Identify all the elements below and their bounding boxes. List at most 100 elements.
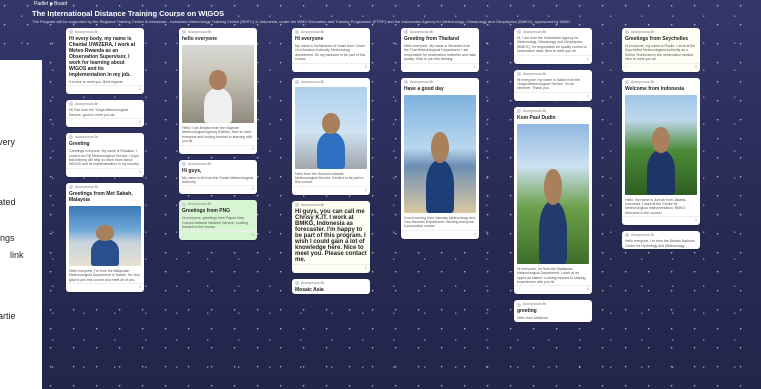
post-meta-text: Anonymous 8h [188,202,212,207]
comment-count: 0 [587,287,589,292]
post-title: Greeting [69,141,90,148]
post-title: Welcome from Indonesia [625,85,685,92]
post-card[interactable]: Anonymous 8h Hi everyone, my name is Salo… [514,69,592,101]
post-photo[interactable] [517,123,589,264]
post-title: Hi every body, my name is Chantal UWIZER… [69,36,136,78]
post-card[interactable]: Anonymous 8h Hi! Kim from the Tonga Meteo… [66,100,144,128]
person-head [96,225,114,241]
like-icon[interactable]: ♡ [182,147,185,151]
person-head [544,168,562,206]
post-card[interactable]: Anonymous 8h Greetings from PNG Hi everyon… [179,200,257,240]
post-body: Hello everyone. My name is Niruedee from… [404,44,476,62]
board-column: Anonymous 8h Hi everyone My name is Mohamm… [292,28,370,300]
post-body: Good morning from Vanuatu Meteorology an… [404,215,475,229]
post-title: Mosaic Asia [295,286,324,293]
post-card[interactable]: Anonymous 8h Hi every body, my name is Ch… [66,28,144,95]
post-photo[interactable] [404,94,476,213]
like-icon[interactable]: ♡ [69,87,72,91]
person-head [322,112,340,135]
post-card[interactable]: Anonymous 8h Kom Paul Dudin Hi everyone, I… [514,106,592,295]
post-card[interactable]: Anonymous 8h Hello everyone. I'm from the… [622,231,700,250]
post-body: Hello from Maldives. [517,316,549,321]
post-author: Anonymous 8h [514,70,592,77]
post-card[interactable]: Anonymous 8h Hi guys, you can call me Chr… [292,200,370,273]
post-card[interactable]: Anonymous 8h Hi guys, My name is Ali from … [179,159,257,195]
post-author: Anonymous 8h [401,78,479,85]
post-card[interactable]: Anonymous 8h Greeting from Thailand Hello … [401,28,479,72]
like-icon[interactable]: ♡ [69,170,72,174]
post-author: Anonymous 8h [179,28,257,35]
comment-count: 0 [474,64,476,69]
post-card[interactable]: Anonymous 8h greeting Hello from Maldives. [514,300,592,322]
like-icon[interactable]: ♡ [625,65,628,69]
post-photo[interactable] [295,86,367,169]
post-meta-text: Anonymous 8h [301,202,325,207]
avatar-icon [517,108,521,113]
like-icon[interactable]: ♡ [517,94,520,98]
post-body: Hello everyone, I'm from the Malaysian M… [69,268,140,282]
post-title: Hi everyone [295,36,324,42]
person-figure [425,159,455,213]
post-title: Have a good day [404,85,444,92]
post-body: Hello, my name is Jum'ah from Jakarta, I… [625,197,687,215]
like-icon[interactable]: ♡ [295,65,298,69]
comment-count: 0 [695,64,697,69]
like-icon[interactable]: ♡ [625,218,628,222]
post-author: Anonymous 8h [179,160,257,167]
board-column: Anonymous 8h Greetings from Seychelles Hi … [622,28,700,255]
post-body: Hi, I am from the Indonesian Agency for … [517,36,587,54]
post-photo[interactable] [625,94,697,195]
post-meta-text: Anonymous 8h [523,108,547,113]
board-column: Anonymous 8h Hi every body, my name is Ch… [66,28,144,298]
comment-count: 0 [365,265,367,270]
post-footer: ♡ 0 [514,285,592,294]
board-column: Anonymous 8h Hi, I am from the Indonesian… [514,28,592,328]
like-icon[interactable]: ♡ [404,232,407,236]
post-title: Greetings from Met Sabah, Malaysia [69,190,133,203]
post-card[interactable]: Anonymous 8h Greeting Greetings everyone. … [66,133,144,177]
post-author: Anonymous 8h [66,28,144,35]
like-icon[interactable]: ♡ [69,120,72,124]
like-icon[interactable]: ♡ [517,57,520,61]
like-icon[interactable]: ♡ [517,287,520,291]
post-body: Hello! I am Ibrahim from the Nigerian Me… [182,126,253,144]
person-figure [538,200,568,264]
like-icon[interactable]: ♡ [182,233,185,237]
post-photo[interactable] [69,205,141,266]
left-fragment: ings [0,233,15,243]
like-icon[interactable]: ♡ [295,188,298,192]
post-title: hello everyone [182,36,218,42]
left-window-edge [0,60,42,389]
post-photo[interactable] [182,45,254,123]
comment-count: 0 [252,187,254,192]
post-card[interactable]: Anonymous 8h hello everyone Hello! I am Ib… [179,28,257,154]
comment-count: 0 [695,218,697,223]
avatar-icon [182,161,186,166]
post-card[interactable]: Anonymous 8h Have a good day Good morning … [401,77,479,239]
post-footer: ♡ 0 [292,62,370,72]
post-card[interactable]: Anonymous 8h Hi everyone My name is Mohamm… [292,28,370,72]
post-author: Anonymous 8h [292,201,370,208]
post-card[interactable]: Anonymous 8h Mosaic Asia [292,278,370,294]
avatar-icon [517,71,521,76]
like-icon[interactable]: ♡ [182,187,185,191]
post-author: Anonymous 8h [401,28,479,35]
post-card[interactable]: Anonymous 8h Greetings from Seychelles Hi … [622,28,700,72]
post-card[interactable]: Anonymous 8h Welcome from Indonesia Hello,… [622,77,700,226]
post-body: Hello from the Solomon Islands Meteorolo… [295,171,364,185]
post-author: Anonymous 8h [66,133,144,140]
post-body: Hi everyone, I'm from the Malaysian Mete… [517,266,586,285]
person-figure [316,131,346,169]
post-author: Anonymous 8h [622,78,700,85]
post-footer: ♡ 0 [66,167,144,177]
like-icon[interactable]: ♡ [295,266,298,270]
post-title: Greetings from PNG [182,208,231,215]
comment-count: 0 [252,146,254,151]
post-meta-text: Anonymous 8h [75,184,99,189]
avatar-icon [625,79,629,84]
post-card[interactable]: Anonymous 8h Greetings from Met Sabah, Ma… [66,182,144,293]
post-card[interactable]: Anonymous 8h Hi, I am from the Indonesian… [514,28,592,64]
like-icon[interactable]: ♡ [69,285,72,289]
like-icon[interactable]: ♡ [404,65,407,69]
post-card[interactable]: Anonymous 8h Hello from the Solomon Islan… [292,77,370,195]
